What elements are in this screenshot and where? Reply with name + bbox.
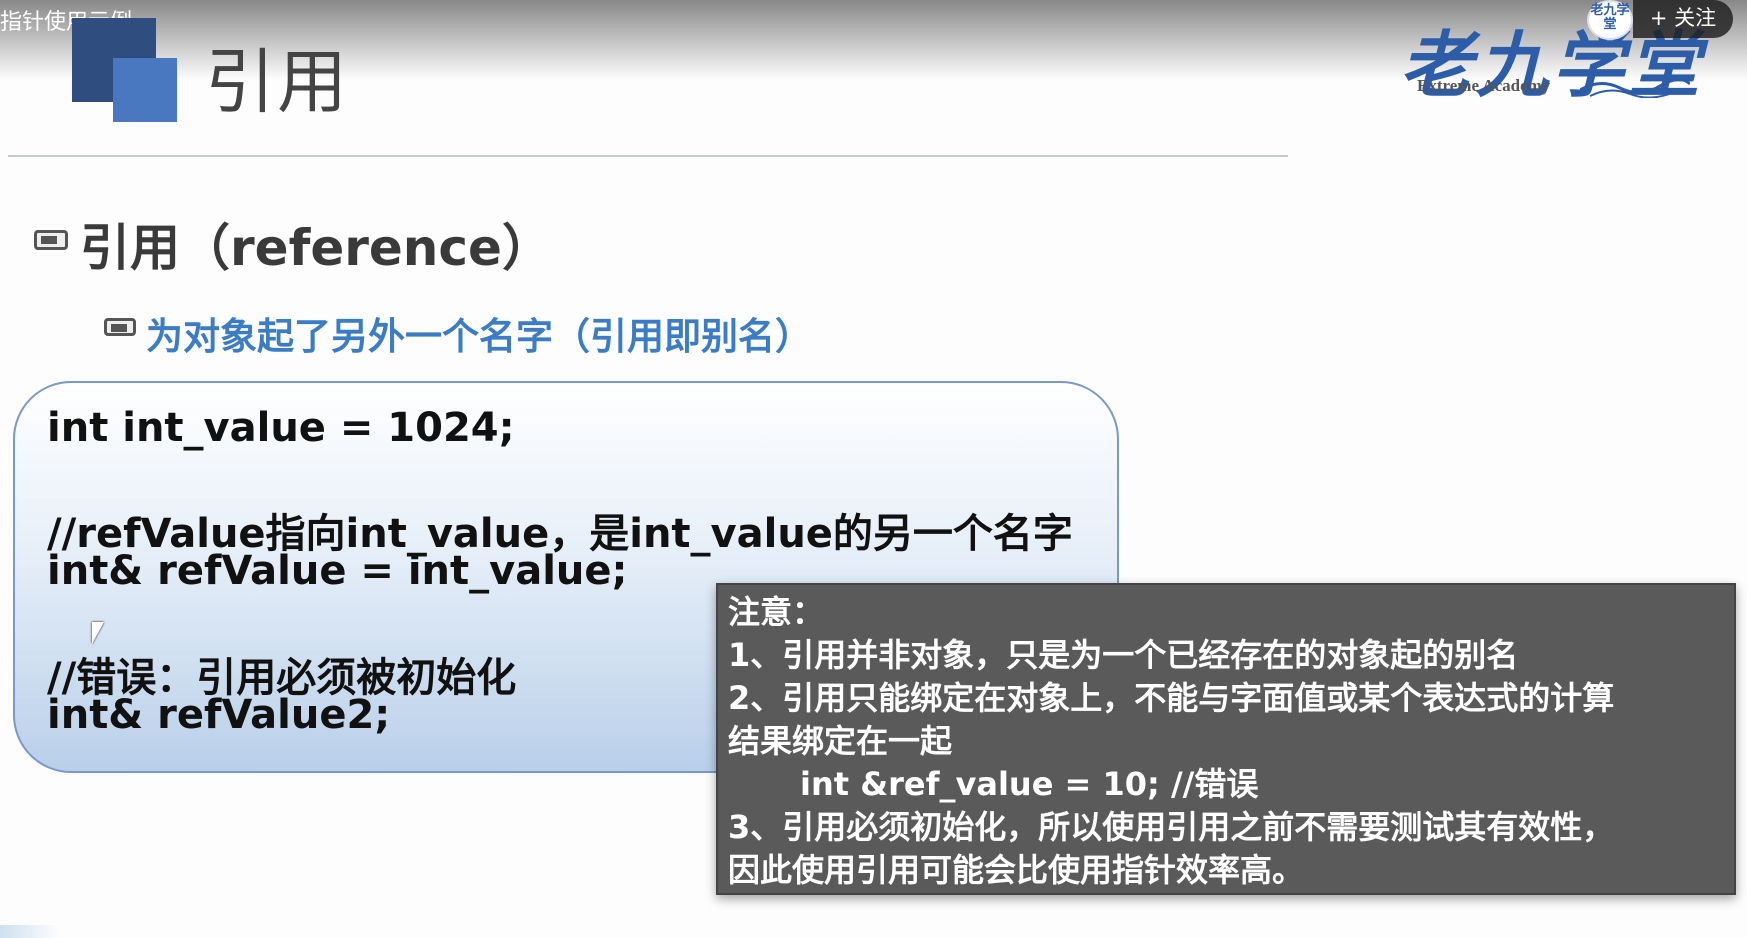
note-line: 结果绑定在一起 — [728, 722, 953, 760]
note-line: 因此使用引用可能会比使用指针效率高。 — [728, 851, 1305, 889]
code-line: int int_value = 1024; — [47, 405, 515, 451]
title-divider — [8, 155, 1288, 157]
slide-title: 引用 — [205, 41, 349, 123]
note-overlay: 注意： 1、引用并非对象，只是为一个已经存在的对象起的别名 2、引用只能绑定在对… — [716, 583, 1736, 895]
note-line: 注意： — [728, 593, 825, 631]
code-line: int& refValue = int_value; — [47, 548, 628, 594]
note-line: 1、引用并非对象，只是为一个已经存在的对象起的别名 — [728, 636, 1519, 674]
bottom-decoration — [0, 925, 60, 938]
wave-icon — [1580, 78, 1690, 98]
mouse-pointer-icon — [92, 622, 104, 644]
battery-bullet-icon — [34, 230, 68, 250]
note-code-line: int &ref_value = 10; //错误 — [800, 765, 1259, 803]
slide-subheading: 为对象起了另外一个名字（引用即别名） — [146, 315, 812, 358]
slide-heading: 引用（reference） — [80, 219, 552, 277]
note-line: 3、引用必须初始化，所以使用引用之前不需要测试其有效性， — [728, 808, 1615, 846]
note-line: 2、引用只能绑定在对象上，不能与字面值或某个表达式的计算 — [728, 679, 1615, 717]
logo-subtitle: Extreme Academy — [1417, 76, 1551, 95]
code-line: int& refValue2; — [47, 692, 391, 738]
battery-bullet-icon — [104, 318, 136, 336]
title-decoration-square-light — [113, 58, 177, 122]
follow-button[interactable]: + 关注 — [1633, 0, 1733, 38]
channel-avatar[interactable]: 老九学堂 — [1587, 0, 1633, 40]
